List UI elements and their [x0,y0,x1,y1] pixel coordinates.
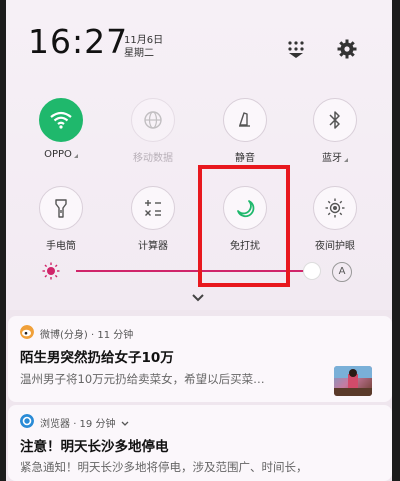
weibo-app-icon [20,325,34,339]
wifi-label: OPPO [26,149,96,160]
expand-chevron-down-icon[interactable] [191,293,205,303]
bell-icon [239,112,250,127]
toggle-silent[interactable]: 静音 [210,98,280,164]
toggle-night-mode[interactable]: 夜间护眼 [300,186,370,252]
notification-meta: 微博(分身) · 11 分钟 [40,330,134,341]
mobile-data-toggle-button[interactable] [131,98,175,142]
expand-notification-chevron-icon[interactable] [121,421,129,427]
notification-meta: 浏览器 · 19 分钟 [40,415,129,430]
clock-time: 16:27 [28,22,129,61]
wifi-toggle-button[interactable] [39,98,83,142]
bluetooth-icon [329,111,340,129]
notification-title: 注意！明天长沙多地停电 [20,439,169,455]
sun-icon [325,198,345,218]
auto-brightness-button[interactable]: A [332,262,352,282]
toggle-mobile-data[interactable]: 移动数据 [118,98,188,164]
toggle-calculator[interactable]: 计算器 [118,186,188,252]
brightness-icon [42,262,60,280]
flashlight-toggle-button[interactable] [39,186,83,230]
silent-label: 静音 [235,153,255,164]
date-display: 11月6日 星期二 [124,34,163,60]
calculator-icon [145,200,161,216]
notification-body: 紧急通知！明天长沙多地将停电，涉及范围广、时间长， [20,460,308,474]
notification-app-name: 微博(分身) [40,330,88,341]
calculator-toggle-button[interactable] [131,186,175,230]
flashlight-label: 手电筒 [46,241,76,252]
silent-toggle-button[interactable] [223,98,267,142]
toggle-wifi[interactable]: OPPO [26,98,96,160]
notification-time: 11 分钟 [97,330,134,341]
device-bezel-right [392,0,400,481]
globe-icon [144,111,162,129]
toggle-flashlight[interactable]: 手电筒 [26,186,96,252]
browser-app-icon [20,414,34,428]
bluetooth-label: 蓝牙 [300,149,370,164]
notification-thumbnail-image [334,366,372,396]
notification-body: 温州男子将10万元扔给卖菜女，希望以后买菜… [20,372,265,386]
mobile-data-label: 移动数据 [133,153,173,164]
annotation-highlight-box [198,165,290,287]
toggle-bluetooth[interactable]: 蓝牙 [300,98,370,164]
calculator-label: 计算器 [138,241,168,252]
notification-time: 19 分钟 [79,419,116,430]
weekday-text: 星期二 [124,48,154,59]
notification-card[interactable]: 浏览器 · 19 分钟 注意！明天长沙多地停电 紧急通知！明天长沙多地将停电，涉… [8,405,392,481]
settings-gear-icon[interactable] [336,38,358,60]
edit-tiles-icon[interactable] [285,38,307,60]
notification-title: 陌生男突然扔给女子10万 [20,350,174,366]
notification-app-name: 浏览器 [40,419,70,430]
date-text: 11月6日 [124,35,164,46]
night-mode-toggle-button[interactable] [313,186,357,230]
brightness-slider-thumb[interactable] [303,262,321,280]
night-mode-label: 夜间护眼 [315,241,355,252]
bluetooth-toggle-button[interactable] [313,98,357,142]
flashlight-icon [55,199,67,218]
wifi-icon [50,111,72,129]
notification-card[interactable]: 微博(分身) · 11 分钟 陌生男突然扔给女子10万 温州男子将10万元扔给卖… [8,316,392,402]
